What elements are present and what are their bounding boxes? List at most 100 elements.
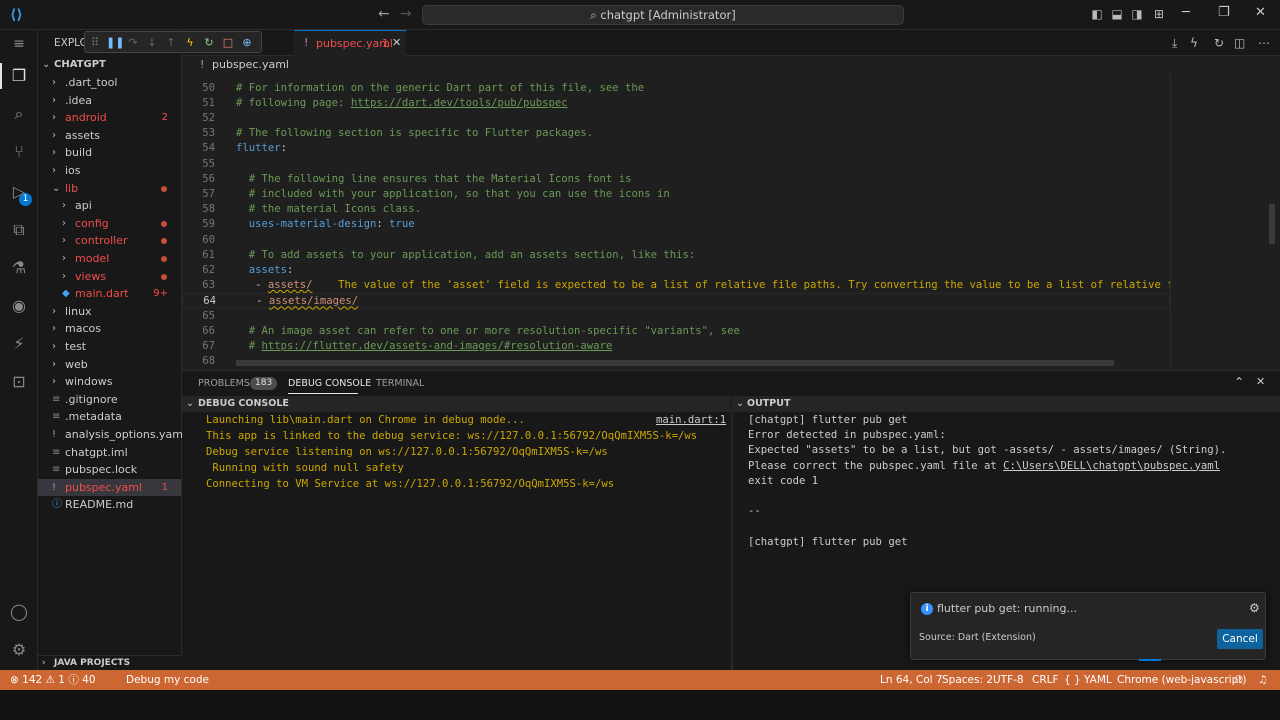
step-out-icon[interactable]: ↑ bbox=[163, 35, 179, 51]
breadcrumb[interactable]: ! pubspec.yaml bbox=[182, 56, 1170, 74]
notification-settings-icon[interactable]: ⚙ bbox=[1249, 601, 1260, 615]
file-tree-item[interactable]: ≡ pubspec.lock bbox=[38, 461, 181, 479]
file-tree-item[interactable]: › model bbox=[38, 250, 181, 268]
horizontal-scrollbar[interactable] bbox=[236, 360, 1114, 366]
file-tree-label: test bbox=[65, 340, 87, 353]
hot-reload-icon[interactable]: ϟ bbox=[182, 35, 198, 51]
stop-icon[interactable]: □ bbox=[220, 35, 236, 51]
command-center-search[interactable]: ⌕ chatgpt [Administrator] bbox=[422, 5, 904, 25]
indentation[interactable]: Spaces: 2 bbox=[942, 670, 993, 690]
forward-arrow-icon[interactable]: → bbox=[400, 6, 412, 22]
accounts-icon[interactable]: ◯ bbox=[7, 600, 31, 624]
tab-pubspec-yaml[interactable]: ! pubspec.yaml 1 ✕ bbox=[294, 30, 406, 56]
notifications-bell-icon[interactable]: ♫ bbox=[1258, 670, 1267, 690]
file-tree-item[interactable]: › api bbox=[38, 197, 181, 215]
grip-icon[interactable]: ⠿ bbox=[87, 35, 103, 51]
file-tree-item[interactable]: ⓘ README.md bbox=[38, 496, 181, 514]
explorer-root[interactable]: ⌄ CHATGPT bbox=[38, 56, 181, 74]
file-tree-item[interactable]: › assets bbox=[38, 127, 181, 145]
file-tree-item[interactable]: ≡ chatgpt.iml bbox=[38, 444, 181, 462]
download-icon[interactable]: ⤓ bbox=[1172, 36, 1177, 51]
more-actions-icon[interactable]: ⋯ bbox=[1258, 36, 1270, 50]
file-tree-item[interactable]: › linux bbox=[38, 303, 181, 321]
hot-reload-tab-icon[interactable]: ϟ bbox=[1190, 36, 1198, 50]
code-editor[interactable]: 50 # For information on the generic Dart … bbox=[182, 74, 1170, 368]
file-tree-item[interactable]: › ios bbox=[38, 162, 181, 180]
cancel-button[interactable]: Cancel bbox=[1217, 629, 1263, 649]
file-tree-item[interactable]: › .idea bbox=[38, 92, 181, 110]
line-number: 58 bbox=[202, 203, 215, 216]
file-tree-item[interactable]: ⌄ lib bbox=[38, 180, 181, 198]
step-into-icon[interactable]: ↓ bbox=[144, 35, 160, 51]
encoding[interactable]: UTF-8 bbox=[993, 670, 1024, 690]
file-tree-item[interactable]: › config bbox=[38, 215, 181, 233]
tab-debug-console[interactable]: DEBUG CONSOLE bbox=[288, 378, 371, 389]
file-tree-item[interactable]: › controller bbox=[38, 232, 181, 250]
file-icon: ≡ bbox=[52, 446, 61, 458]
code-token: https://flutter.dev/assets-and-images/#r… bbox=[261, 339, 613, 352]
file-tree-item[interactable]: ◆ main.dart 9+ bbox=[38, 285, 181, 303]
line-endings[interactable]: CRLF bbox=[1032, 670, 1059, 690]
source-control-icon[interactable]: ⑂ bbox=[7, 140, 31, 164]
file-tree-item[interactable]: › windows bbox=[38, 373, 181, 391]
toggle-secondary-sidebar-icon[interactable]: ◨ bbox=[1130, 7, 1144, 21]
output-header[interactable]: ⌄ OUTPUT bbox=[732, 396, 1280, 412]
explorer-icon[interactable]: ❐ bbox=[7, 64, 31, 88]
refresh-icon[interactable]: ↻ bbox=[1214, 36, 1224, 50]
line-text: # To add assets to your application, add… bbox=[236, 248, 695, 263]
file-tree-item[interactable]: › build bbox=[38, 144, 181, 162]
file-tree-item[interactable]: ≡ .gitignore bbox=[38, 391, 181, 409]
cursor-position[interactable]: Ln 64, Col 7 bbox=[880, 670, 943, 690]
split-editor-icon[interactable]: ◫ bbox=[1234, 36, 1245, 50]
file-tree-item[interactable]: ≡ .metadata bbox=[38, 408, 181, 426]
remote-explorer-icon[interactable]: ⊡ bbox=[7, 370, 31, 394]
file-tree-label: .metadata bbox=[65, 410, 122, 424]
close-panel-icon[interactable]: ✕ bbox=[1256, 375, 1265, 388]
devtools-icon[interactable]: ⊕ bbox=[239, 35, 255, 51]
testing-icon[interactable]: ⚗ bbox=[7, 256, 31, 280]
minimize-icon[interactable]: ─ bbox=[1182, 5, 1190, 20]
file-tree-item[interactable]: › views bbox=[38, 268, 181, 286]
tab-problems[interactable]: PROBLEMS bbox=[198, 378, 250, 389]
language-mode[interactable]: { } YAML bbox=[1064, 670, 1112, 690]
target-device[interactable]: Chrome (web-javascript) bbox=[1117, 670, 1246, 690]
flutter-icon[interactable]: ⚡ bbox=[7, 332, 31, 356]
debug-console-output[interactable]: Launching lib\main.dart on Chrome in deb… bbox=[182, 412, 730, 670]
close-tab-icon[interactable]: ✕ bbox=[392, 36, 401, 49]
github-icon[interactable]: ◉ bbox=[7, 294, 31, 318]
output-file-link[interactable]: C:\Users\DELL\chatgpt\pubspec.yaml bbox=[1003, 460, 1220, 472]
minimap[interactable] bbox=[1170, 74, 1280, 368]
code-token: : bbox=[287, 263, 294, 276]
java-projects-section[interactable]: › JAVA PROJECTS bbox=[38, 655, 182, 670]
console-source-link[interactable]: main.dart:1 bbox=[656, 414, 726, 426]
problems-status[interactable]: ⊗ 142 ⚠ 1 ⓘ 40 bbox=[10, 670, 96, 690]
file-tree-item[interactable]: ! pubspec.yaml 1 bbox=[38, 478, 181, 497]
debug-console-header[interactable]: ⌄ DEBUG CONSOLE bbox=[182, 396, 730, 412]
file-tree-label: ios bbox=[65, 164, 81, 177]
feedback-icon[interactable]: ⚇ bbox=[1234, 670, 1243, 690]
file-tree-item[interactable]: › .dart_tool bbox=[38, 74, 181, 92]
customize-layout-icon[interactable]: ⊞ bbox=[1152, 7, 1166, 21]
breadcrumb-file[interactable]: pubspec.yaml bbox=[212, 56, 289, 74]
tab-terminal[interactable]: TERMINAL bbox=[376, 378, 424, 389]
toggle-sidebar-icon[interactable]: ◧ bbox=[1090, 7, 1104, 21]
extensions-icon[interactable]: ⧉ bbox=[7, 218, 31, 242]
restart-icon[interactable]: ↻ bbox=[201, 35, 217, 51]
file-tree-item[interactable]: › android 2 bbox=[38, 109, 181, 127]
file-tree-item[interactable]: ! analysis_options.yaml bbox=[38, 426, 186, 444]
file-tree-item[interactable]: › test bbox=[38, 338, 181, 356]
code-token: true bbox=[389, 218, 415, 231]
restore-icon[interactable]: ❐ bbox=[1218, 5, 1230, 20]
step-over-icon[interactable]: ↷ bbox=[125, 35, 141, 51]
settings-gear-icon[interactable]: ⚙ bbox=[7, 638, 31, 662]
debug-my-code-toggle[interactable]: Debug my code bbox=[126, 670, 209, 690]
file-tree-item[interactable]: › web bbox=[38, 356, 181, 374]
search-view-icon[interactable]: ⌕ bbox=[7, 102, 31, 126]
toggle-panel-icon[interactable]: ⬓ bbox=[1110, 7, 1124, 21]
back-arrow-icon[interactable]: ← bbox=[378, 6, 390, 22]
close-window-icon[interactable]: ✕ bbox=[1255, 5, 1266, 20]
maximize-panel-icon[interactable]: ⌃ bbox=[1234, 375, 1244, 389]
menu-icon[interactable]: ≡ bbox=[7, 32, 31, 56]
file-tree-item[interactable]: › macos bbox=[38, 320, 181, 338]
pause-icon[interactable]: ❚❚ bbox=[106, 35, 124, 51]
